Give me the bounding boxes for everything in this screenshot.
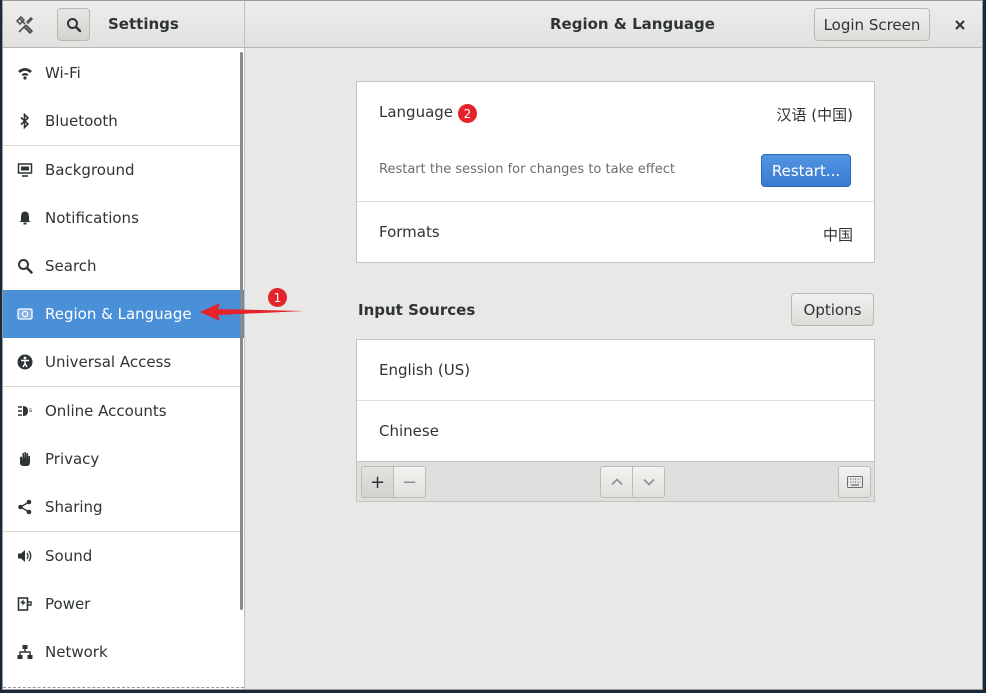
sidebar-item-label: Region & Language: [45, 305, 192, 323]
sidebar-item-label: Online Accounts: [45, 402, 167, 420]
sidebar-item-network[interactable]: Network: [3, 628, 244, 676]
power-icon: [17, 597, 32, 611]
wifi-icon: [18, 68, 32, 80]
restart-button[interactable]: Restart...: [761, 154, 851, 187]
close-button[interactable]: [948, 13, 972, 37]
remove-input-source-button[interactable]: −: [393, 466, 426, 498]
panel-title: Region & Language: [550, 15, 715, 33]
input-sources-toolbar: + −: [356, 461, 875, 502]
row-separator: [357, 201, 874, 202]
sidebar-item-label: Bluetooth: [45, 112, 118, 130]
sidebar-item-power[interactable]: Power: [3, 580, 244, 628]
keyboard-icon: [846, 476, 863, 488]
search-icon: [66, 17, 81, 32]
sidebar: Wi-Fi Bluetooth Background Notifications: [3, 48, 245, 689]
header-bar: Settings Region & Language Login Screen: [3, 1, 982, 48]
sidebar-item-label: Sharing: [45, 498, 103, 516]
sidebar-item-label: Search: [45, 257, 97, 275]
options-button[interactable]: Options: [791, 293, 874, 326]
formats-value[interactable]: 中国: [823, 224, 853, 245]
bluetooth-icon: [20, 113, 30, 129]
sidebar-item-label: Notifications: [45, 209, 139, 227]
speaker-icon: [18, 550, 32, 562]
sidebar-item-online-accounts[interactable]: s Online Accounts: [3, 387, 244, 435]
formats-label: Formats: [379, 223, 440, 241]
sidebar-item-background[interactable]: Background: [3, 146, 244, 194]
sidebar-item-label: Universal Access: [45, 353, 172, 371]
privacy-hand-icon: [20, 452, 30, 466]
restart-hint: Restart the session for changes to take …: [379, 162, 675, 177]
annotation-arrow: [200, 303, 304, 321]
network-icon: [17, 645, 33, 659]
sidebar-item-label: Privacy: [45, 450, 100, 468]
region-icon: [17, 308, 33, 320]
bell-icon: [19, 211, 31, 225]
sidebar-item-bluetooth[interactable]: Bluetooth: [3, 97, 244, 145]
sidebar-scrollbar[interactable]: [240, 52, 243, 610]
sidebar-item-label: Sound: [45, 547, 93, 565]
sidebar-item-privacy[interactable]: Privacy: [3, 435, 244, 483]
login-screen-button[interactable]: Login Screen: [814, 8, 930, 41]
sidebar-title: Settings: [108, 15, 179, 33]
input-source-item[interactable]: Chinese: [379, 422, 439, 440]
sidebar-item-label: Network: [45, 643, 108, 661]
sidebar-item-wifi[interactable]: Wi-Fi: [3, 49, 244, 97]
header-left: Settings: [3, 1, 245, 48]
svg-text:s: s: [29, 407, 32, 414]
input-sources-list: English (US) Chinese: [356, 339, 875, 462]
share-icon: [18, 499, 32, 515]
language-label: Language: [379, 103, 454, 121]
row-separator: [357, 400, 874, 401]
annotation-badge-1: 1: [268, 288, 287, 307]
input-source-item[interactable]: English (US): [379, 361, 470, 379]
close-icon: [955, 20, 965, 30]
accessibility-icon: [17, 354, 33, 370]
sidebar-item-label: Wi-Fi: [45, 64, 81, 82]
sidebar-item-label: Background: [45, 161, 135, 179]
sidebar-item-search[interactable]: Search: [3, 242, 244, 290]
search-button[interactable]: [57, 8, 90, 41]
move-up-button[interactable]: [600, 466, 633, 498]
sidebar-item-notifications[interactable]: Notifications: [3, 194, 244, 242]
background-icon: [17, 163, 33, 177]
annotation-badge-2: 2: [458, 104, 477, 123]
sidebar-item-sharing[interactable]: Sharing: [3, 483, 244, 531]
sidebar-item-sound[interactable]: Sound: [3, 532, 244, 580]
sidebar-item-label: Power: [45, 595, 91, 613]
input-sources-title: Input Sources: [358, 301, 476, 319]
online-accounts-icon: s: [18, 406, 32, 416]
sidebar-item-universal-access[interactable]: Universal Access: [3, 338, 244, 386]
move-down-button[interactable]: [632, 466, 665, 498]
add-input-source-button[interactable]: +: [361, 466, 394, 498]
search-icon: [18, 259, 33, 274]
settings-window: Settings Region & Language Login Screen …: [2, 0, 983, 690]
chevron-up-icon: [610, 478, 623, 486]
tools-icon: [16, 16, 34, 34]
keyboard-layout-button[interactable]: [838, 466, 871, 498]
chevron-down-icon: [642, 478, 655, 486]
sidebar-bottom-edge: [3, 687, 244, 689]
language-panel: Language 2 汉语 (中国) Restart the session f…: [356, 81, 875, 263]
language-value[interactable]: 汉语 (中国): [777, 104, 853, 125]
